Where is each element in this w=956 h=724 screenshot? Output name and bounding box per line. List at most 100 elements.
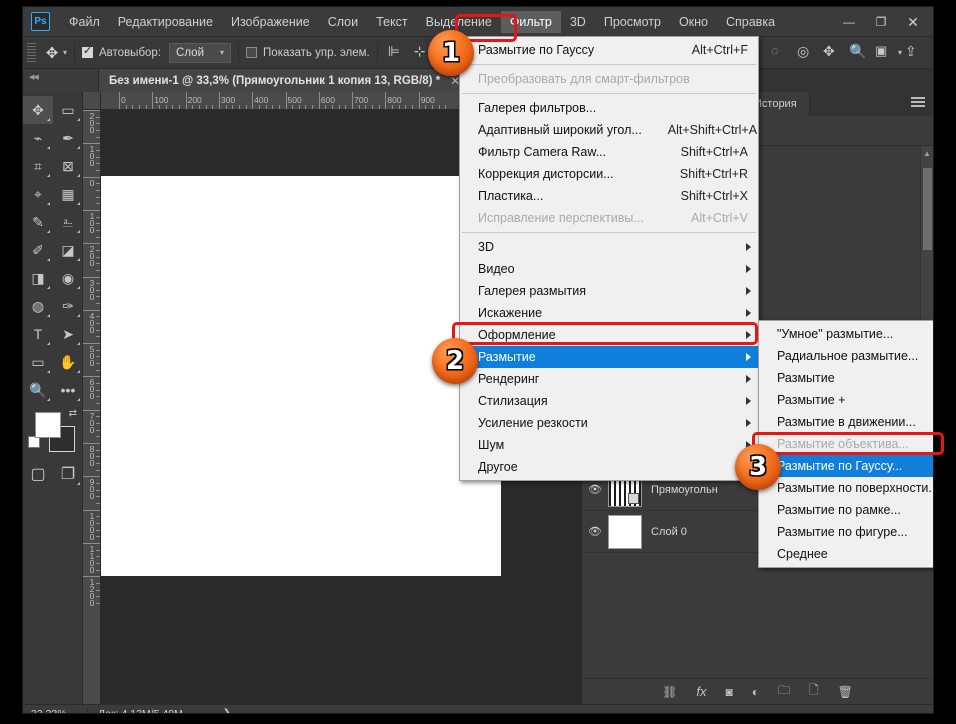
swap-colors-icon[interactable]: ⇄ — [69, 408, 77, 419]
eye-icon[interactable]: 👁 — [582, 483, 608, 496]
menu-item[interactable]: Размытие + — [759, 389, 933, 411]
menu-item[interactable]: Размытие по фигуре... — [759, 521, 933, 543]
dodge-tool[interactable]: ◍ — [23, 292, 53, 320]
filter-dropdown-menu[interactable]: Размытие по Гауссу Alt+Ctrl+F Преобразоват… — [459, 36, 759, 481]
clone-stamp-tool[interactable]: ⎁ — [53, 208, 83, 236]
align-left-icon[interactable]: ⊫ — [388, 43, 408, 63]
menu-2[interactable]: Изображение — [222, 11, 319, 33]
type-tool[interactable]: T — [23, 320, 53, 348]
panel-menu-icon[interactable] — [911, 97, 925, 108]
move-tool[interactable]: ✥ — [23, 96, 53, 124]
history-brush-tool[interactable]: ✐ — [23, 236, 53, 264]
menu-item[interactable]: Видео — [460, 258, 758, 280]
menu-8[interactable]: Просмотр — [595, 11, 670, 33]
quick-mask-icon[interactable]: ▢ — [23, 460, 53, 488]
menu-item[interactable]: Адаптивный широкий угол... Alt+Shift+Ctrl… — [460, 119, 758, 141]
eyedropper-tool[interactable]: ⌖ — [23, 180, 53, 208]
frame-tool[interactable]: ⊠ — [53, 152, 83, 180]
gradient-tool[interactable]: ◨ — [23, 264, 53, 292]
menu-9[interactable]: Окно — [670, 11, 717, 33]
marquee-tool[interactable]: ▭ — [53, 96, 83, 124]
folder-icon[interactable]: 🗀 — [778, 681, 790, 702]
close-button[interactable]: ✕ — [897, 10, 929, 34]
options-bar-grip[interactable] — [27, 42, 36, 63]
magic-wand-tool[interactable]: ✒ — [53, 124, 83, 152]
menu-item[interactable]: Размытие по Гауссу... — [759, 455, 933, 477]
trash-icon[interactable]: 🗑 — [838, 685, 853, 699]
menu-item[interactable]: Размытие — [759, 367, 933, 389]
maximize-button[interactable]: ❐ — [865, 10, 897, 34]
workspace-chevron-icon[interactable]: ▾ — [898, 48, 902, 57]
menu-item[interactable]: Размытие по поверхности... — [759, 477, 933, 499]
menu-item[interactable]: Шум — [460, 434, 758, 456]
zoom-tool[interactable]: 🔍 — [23, 376, 53, 404]
move-tool-icon[interactable]: ✥ — [41, 42, 63, 64]
menu-0[interactable]: Файл — [60, 11, 109, 33]
brush-tool[interactable]: ✎ — [23, 208, 53, 236]
menu-item[interactable]: Оформление — [460, 324, 758, 346]
menu-item[interactable]: Радиальное размытие... — [759, 345, 933, 367]
show-controls-checkbox[interactable] — [246, 47, 258, 58]
hand-tool[interactable]: ✋ — [53, 348, 83, 376]
menu-item[interactable]: Пластика... Shift+Ctrl+X — [460, 185, 758, 207]
menu-item[interactable]: Рендеринг — [460, 368, 758, 390]
more-tools[interactable]: ••• — [53, 376, 83, 404]
menu-item[interactable]: Фильтр Camera Raw... Shift+Ctrl+A — [460, 141, 758, 163]
layer-scope-select[interactable]: Слой ▾ — [169, 42, 232, 63]
status-expand-icon[interactable]: ❯ — [193, 708, 231, 713]
menu-3[interactable]: Слои — [319, 11, 367, 33]
menu-item[interactable]: Галерея размытия — [460, 280, 758, 302]
menu-item[interactable]: Среднее — [759, 543, 933, 565]
menu-item[interactable]: Галерея фильтров... — [460, 97, 758, 119]
menu-item[interactable]: Искажение — [460, 302, 758, 324]
cloud-icon[interactable]: ◌ — [771, 43, 791, 63]
path-selection-tool[interactable]: ➤ — [53, 320, 83, 348]
screen-mode-icon[interactable]: ❐ — [53, 460, 83, 488]
rectangle-tool[interactable]: ▭ — [23, 348, 53, 376]
eye-icon[interactable]: 👁 — [582, 525, 608, 538]
crop-tool[interactable]: ⌗ — [23, 152, 53, 180]
menu-item[interactable]: Другое — [460, 456, 758, 478]
adjustment-icon[interactable]: ◐ — [752, 685, 759, 699]
menu-item[interactable]: Стилизация — [460, 390, 758, 412]
menu-item[interactable]: Размытие по рамке... — [759, 499, 933, 521]
spot-healing-tool[interactable]: ▦ — [53, 180, 83, 208]
new-layer-icon[interactable]: 🗋 — [809, 681, 819, 702]
menu-10[interactable]: Справка — [717, 11, 784, 33]
foreground-color-swatch[interactable] — [35, 412, 61, 438]
menu-6[interactable]: Фильтр — [500, 10, 561, 33]
mask-icon[interactable]: ◙ — [725, 685, 732, 699]
move-3d-icon[interactable]: ✥ — [823, 43, 843, 63]
menu-4[interactable]: Текст — [367, 11, 416, 33]
menu-1[interactable]: Редактирование — [109, 11, 222, 33]
autoselect-checkbox[interactable] — [82, 44, 94, 58]
menu-item[interactable]: Размытие — [460, 346, 758, 368]
blur-tool[interactable]: ◉ — [53, 264, 83, 292]
menu-item[interactable]: Размытие по Гауссу Alt+Ctrl+F — [460, 39, 758, 61]
document-tab[interactable]: Без имени-1 @ 33,3% (Прямоугольник 1 коп… — [99, 69, 472, 92]
search-icon[interactable]: 🔍 — [849, 43, 869, 63]
fx-icon[interactable]: fx — [696, 684, 706, 699]
layer-thumbnail[interactable] — [608, 514, 642, 549]
lasso-tool[interactable]: ⌁ — [23, 124, 53, 152]
menu-item[interactable]: Усиление резкости — [460, 412, 758, 434]
menu-7[interactable]: 3D — [561, 11, 595, 33]
blur-submenu[interactable]: "Умное" размытие... Радиальное размытие..… — [758, 320, 933, 568]
share-icon[interactable]: ⇪ — [905, 43, 925, 63]
link-icon[interactable]: ⛓ — [662, 685, 677, 699]
zoom-level[interactable]: 33,33% — [23, 708, 87, 714]
menu-item[interactable]: Размытие в движении... — [759, 411, 933, 433]
scroll-up-icon[interactable]: ▲ — [923, 149, 931, 158]
tools-collapse-handle[interactable] — [23, 69, 99, 92]
menu-item[interactable]: Коррекция дисторсии... Shift+Ctrl+R — [460, 163, 758, 185]
pen-tool[interactable]: ✑ — [53, 292, 83, 320]
menu-5[interactable]: Выделение — [417, 11, 501, 33]
eraser-tool[interactable]: ◪ — [53, 236, 83, 264]
workspace-icon[interactable]: ▣ — [875, 43, 895, 63]
scrollbar-thumb[interactable] — [923, 168, 932, 250]
menu-item[interactable]: 3D — [460, 236, 758, 258]
rotate-view-icon[interactable]: ◎ — [797, 43, 817, 63]
menu-item[interactable]: "Умное" размытие... — [759, 323, 933, 345]
tool-preset-chevron-icon[interactable]: ▾ — [63, 48, 67, 57]
minimize-button[interactable]: — — [833, 10, 865, 34]
